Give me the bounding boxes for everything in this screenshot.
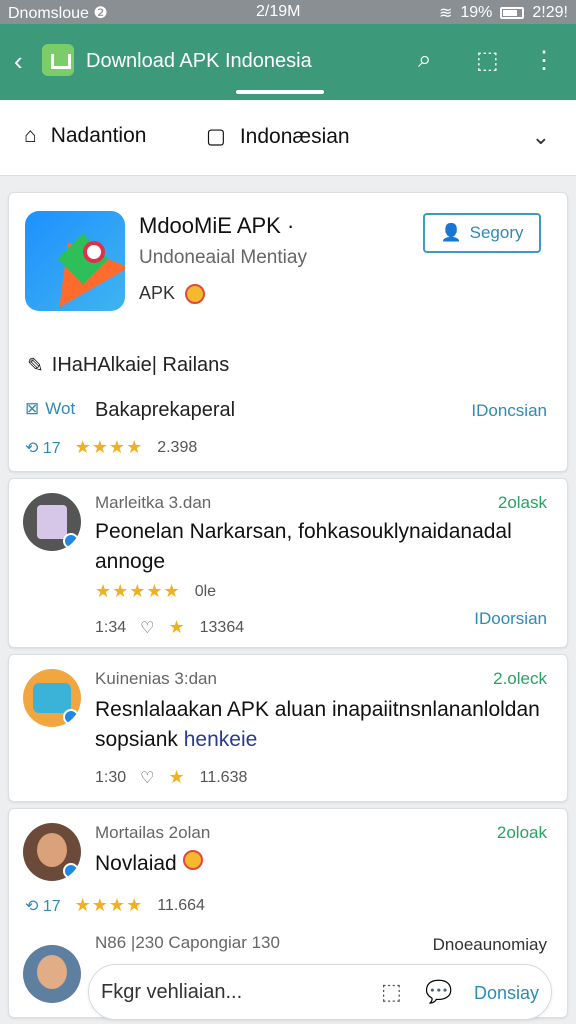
search-icon[interactable]: ⌕ (418, 46, 431, 74)
review-time: 1:30 (95, 768, 127, 786)
chat-icon: ▢ (206, 125, 226, 148)
person-icon: 👤 (440, 223, 462, 242)
tab-indicator (236, 90, 324, 94)
review-text: Resnlalaakan APK aluan inapaiitnsnlananl… (95, 695, 547, 755)
comment-count[interactable]: ⟲ 17 (25, 438, 61, 458)
status-right: ≋ 19% 2!29! (439, 3, 568, 23)
review-user: Mortailas 2olan (95, 823, 211, 842)
review-text-link[interactable]: henkeie (184, 728, 258, 751)
comment-input[interactable]: Fkgr vehliaian... (101, 981, 242, 1004)
review-user: Marleitka 3.dan (95, 493, 212, 512)
meta-tag[interactable]: ⊠ Wot (25, 399, 75, 419)
comment-count-value: 17 (42, 439, 61, 457)
meta-tag-label: Wot (45, 399, 76, 418)
review-card[interactable]: Marleitka 3.dan 2olask Peonelan Narkarsa… (8, 478, 568, 648)
review-text: Novlaiad (95, 849, 547, 879)
comment-composer: Fkgr vehliaian... ⬚ 💬 Donsiay (88, 964, 552, 1020)
more-vert-icon[interactable]: ⋮ (532, 46, 556, 75)
send-button[interactable]: Donsiay (474, 983, 539, 1004)
review-score: 11.664 (157, 896, 205, 914)
like-icon[interactable]: ♡ (140, 618, 154, 638)
emoji-icon (182, 850, 203, 870)
review-user: Kuinenias 3:dan (95, 669, 217, 688)
review-language: Dnoeaunomiay (432, 935, 547, 954)
review-text-body: Novlaiad (95, 852, 177, 875)
chevron-down-icon[interactable]: ⌄ (532, 124, 550, 150)
review-card[interactable]: Kuinenias 3:dan 2.oleck Resnlalaakan APK… (8, 654, 568, 802)
verified-badge-icon (63, 709, 79, 725)
review-user: N86 |230 Capongiar 130 (95, 933, 280, 952)
tab-indonesian[interactable]: ▢ Indonæsian (206, 124, 350, 149)
review-count: 2.oleck (493, 669, 547, 688)
tab-home-label: Nadantion (50, 124, 147, 147)
avatar (23, 823, 81, 881)
app-subtitle: Undoneaial Mentiay (139, 247, 307, 268)
tab-indonesian-label: Indonæsian (239, 124, 350, 148)
review-text-body: Resnlalaakan APK aluan inapaiitnsnlananl… (95, 698, 540, 751)
avatar (23, 945, 81, 1003)
star-rating: ★★★★ (74, 437, 144, 457)
app-name: MdooMiE APK · (139, 213, 295, 238)
review-count: 2oloak (496, 823, 547, 842)
star-icon: ★ (168, 617, 186, 637)
battery-percent: 19% (460, 4, 493, 21)
battery-icon (500, 7, 525, 19)
review-language[interactable]: IDoorsian (474, 609, 547, 629)
chat-bubble-icon[interactable]: 💬 (425, 979, 452, 1005)
review-score: 11.638 (199, 768, 248, 786)
attach-icon[interactable]: ⬚ (381, 979, 402, 1005)
review-footer: 1:34 ♡ ★ 13364 (95, 617, 244, 638)
review-footer: 1:30 ♡ ★ 11.638 (95, 767, 247, 788)
tab-bar: ⌂ Nadantion ▢ Indonæsian ⌄ (0, 100, 576, 176)
rating-value: 2.398 (157, 438, 198, 456)
review-text: Peonelan Narkarsan, fohkasouklynaidanada… (95, 520, 512, 573)
section-title: ✎ IHaHAlkaie| Railans (27, 353, 229, 378)
avatar (23, 493, 81, 551)
app-info-card: MdooMiE APK · Undoneaial Mentiay APK 👤 S… (8, 192, 568, 472)
star-rating: ★★★★★ (95, 581, 181, 601)
avatar (23, 669, 81, 727)
comment-count-value: 17 (42, 897, 61, 915)
status-time: 2/19M (256, 3, 301, 20)
meta-title: Bakaprekaperal (95, 399, 236, 421)
status-bar: Dnomsloue ❷ 2/19M ≋ 19% 2!29! (0, 0, 576, 24)
wifi-icon: ≋ (438, 5, 453, 22)
home-icon: ⌂ (24, 124, 37, 147)
verified-badge-icon (63, 533, 79, 549)
tab-home[interactable]: ⌂ Nadantion (24, 124, 146, 148)
meta-stats: ⟲ 17 ★★★★ 2.398 (25, 437, 197, 458)
flag-icon: ⊠ (25, 399, 40, 418)
comment-count[interactable]: ⟲ 17 (25, 896, 61, 916)
meta-language[interactable]: IDoncsian (471, 401, 547, 421)
status-left-text: Dnomsloue ❷ (8, 5, 108, 22)
review-score: 13364 (199, 618, 245, 636)
star-icon: ★ (168, 767, 186, 787)
review-footer: ⟲ 17 ★★★★ 11.664 (25, 895, 205, 916)
review-rating-row: ★★★★★ 0le (95, 581, 216, 602)
review-time: 1:34 (95, 618, 127, 636)
follow-button-label: Segory (469, 223, 524, 242)
review-count: 2olask (497, 493, 547, 512)
app-title: Download APK Indonesia (86, 50, 312, 72)
section-title-text: IHaHAlkaie| Railans (51, 354, 230, 376)
app-bar: ‹ Download APK Indonesia ⌕ ⬚ ⋮ (0, 24, 576, 100)
emoji-icon (185, 283, 206, 304)
back-icon[interactable]: ‹ (14, 46, 23, 77)
pencil-icon: ✎ (27, 355, 44, 377)
status-right-time: 2!29! (532, 4, 568, 21)
comment-icon: ⟲ (25, 439, 39, 457)
download-icon[interactable]: ⬚ (476, 46, 499, 75)
app-type: APK (139, 283, 206, 304)
follow-button[interactable]: 👤 Segory (423, 213, 541, 253)
verified-badge-icon (63, 863, 79, 879)
app-large-icon (25, 211, 125, 311)
app-logo-icon (42, 44, 74, 76)
like-icon[interactable]: ♡ (140, 768, 154, 788)
comment-icon: ⟲ (25, 897, 39, 915)
rating-label: 0le (194, 582, 217, 600)
apk-label: APK (139, 283, 176, 303)
star-rating: ★★★★ (74, 895, 144, 915)
